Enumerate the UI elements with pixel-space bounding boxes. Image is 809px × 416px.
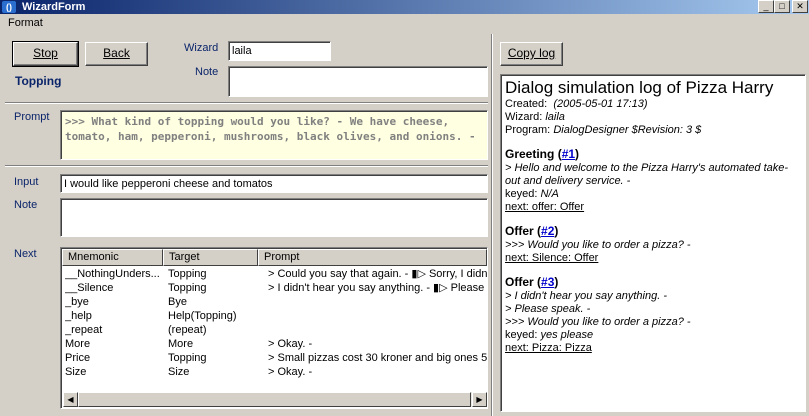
log-line: > Hello and welcome to the Pizza Harry's…: [505, 162, 789, 187]
log-program: Program: DialogDesigner $Revision: 3 $: [505, 124, 801, 137]
section-link[interactable]: #1: [562, 147, 575, 161]
log-wizard: Wizard: laila: [505, 111, 801, 124]
scroll-right-icon[interactable]: ▶: [472, 392, 487, 407]
row-mnemonic[interactable]: Price: [65, 351, 165, 365]
row-mnemonic[interactable]: __NothingUnders...: [65, 267, 165, 281]
copy-log-label: Copy log: [507, 46, 556, 60]
scroll-thumb[interactable]: [78, 392, 471, 407]
app-logo-icon: (): [2, 1, 16, 13]
note-label: Note: [195, 66, 219, 78]
wizard-label: Wizard: [184, 42, 219, 54]
prompt-text: >>> What kind of topping would you like?…: [60, 110, 488, 160]
back-button-label: Back: [103, 46, 130, 60]
note-textarea-2[interactable]: [60, 198, 488, 237]
row-prompt[interactable]: > Small pizzas cost 30 kroner and big on…: [268, 351, 487, 365]
log-line: >>> Would you like to order a pizza? -: [505, 239, 691, 251]
row-target[interactable]: Topping: [168, 351, 263, 365]
log-line: keyed: yes please: [505, 329, 801, 342]
log-section-heading: Offer (#3): [505, 275, 801, 290]
log-section-heading: Greeting (#1): [505, 147, 801, 162]
row-mnemonic[interactable]: Size: [65, 365, 165, 379]
row-mnemonic[interactable]: _help: [65, 309, 165, 323]
dialog-log[interactable]: Dialog simulation log of Pizza Harry Cre…: [500, 74, 806, 412]
row-prompt[interactable]: > Okay. -: [268, 365, 487, 379]
input-label: Input: [14, 176, 39, 188]
log-sections: Greeting (#1) > Hello and welcome to the …: [505, 147, 801, 355]
pane-splitter[interactable]: [491, 34, 493, 416]
user-input-field[interactable]: I would like pepperoni cheese and tomato…: [60, 174, 488, 193]
row-prompt[interactable]: > I didn't hear you say anything. - ▮▷ P…: [268, 281, 487, 295]
row-mnemonic[interactable]: __Silence: [65, 281, 165, 295]
next-listview[interactable]: Mnemonic Target Prompt __NothingUnders..…: [60, 247, 488, 409]
window-title: WizardForm: [22, 1, 86, 13]
log-line-value: N/A: [540, 188, 559, 200]
horizontal-scrollbar[interactable]: ◀ ▶: [63, 392, 487, 407]
row-target[interactable]: Bye: [168, 295, 263, 309]
row-target[interactable]: Topping: [168, 267, 263, 281]
column-header-target[interactable]: Target: [163, 249, 258, 266]
row-target[interactable]: Topping: [168, 281, 263, 295]
copy-log-button[interactable]: Copy log: [500, 42, 563, 66]
prompt-label: Prompt: [14, 111, 50, 123]
row-prompt[interactable]: > Could you say that again. - ▮▷ Sorry, …: [268, 267, 487, 281]
wizard-input[interactable]: laila: [228, 41, 331, 61]
divider: [5, 165, 488, 167]
menu-format[interactable]: Format: [8, 17, 43, 29]
log-line: > Please speak. -: [505, 303, 591, 315]
back-button[interactable]: Back: [85, 42, 148, 66]
log-title: Dialog simulation log of Pizza Harry: [505, 78, 774, 97]
divider: [5, 102, 488, 104]
log-line-value: yes please: [540, 329, 594, 341]
stop-button-label: Stop: [33, 46, 58, 60]
row-mnemonic[interactable]: More: [65, 337, 165, 351]
log-line: next: Silence: Offer: [505, 252, 599, 264]
section-close: ): [554, 275, 559, 289]
minimize-icon[interactable]: _: [758, 0, 774, 13]
row-prompt[interactable]: > Okay. -: [268, 337, 487, 351]
log-wizard-label: Wizard:: [505, 111, 543, 123]
maximize-icon[interactable]: □: [774, 0, 790, 13]
log-line-label: keyed:: [505, 188, 538, 200]
state-label: Topping: [15, 74, 62, 88]
section-title: Offer: [505, 224, 534, 238]
title-bar[interactable]: [0, 0, 809, 14]
next-label: Next: [14, 248, 37, 260]
log-wizard-value: laila: [545, 111, 565, 123]
log-line: >>> Would you like to order a pizza? -: [505, 316, 691, 328]
log-line: next: Pizza: Pizza: [505, 342, 592, 354]
log-program-value: DialogDesigner $Revision: 3 $: [553, 124, 702, 136]
column-header-mnemonic[interactable]: Mnemonic: [62, 249, 163, 266]
row-target[interactable]: (repeat): [168, 323, 263, 337]
stop-button[interactable]: Stop: [12, 41, 79, 67]
log-program-label: Program:: [505, 124, 551, 136]
scroll-left-icon[interactable]: ◀: [63, 392, 78, 407]
log-line: next: offer: Offer: [505, 201, 585, 213]
row-target[interactable]: More: [168, 337, 263, 351]
log-created: Created: (2005-05-01 17:13): [505, 98, 801, 111]
row-mnemonic[interactable]: _bye: [65, 295, 165, 309]
section-title: Greeting: [505, 147, 555, 161]
row-mnemonic[interactable]: _repeat: [65, 323, 165, 337]
log-section-heading: Offer (#2): [505, 224, 801, 239]
note-textarea[interactable]: [228, 66, 488, 97]
section-link[interactable]: #3: [541, 275, 554, 289]
log-created-label: Created:: [505, 98, 548, 110]
row-target[interactable]: Help(Topping): [168, 309, 263, 323]
log-line-label: keyed:: [505, 329, 538, 341]
row-target[interactable]: Size: [168, 365, 263, 379]
column-header-prompt[interactable]: Prompt: [258, 249, 487, 266]
note-label-2: Note: [14, 199, 38, 211]
menu-bar: [0, 14, 809, 32]
section-link[interactable]: #2: [541, 224, 554, 238]
section-close: ): [554, 224, 559, 238]
log-line: keyed: N/A: [505, 188, 801, 201]
section-close: ): [575, 147, 580, 161]
log-created-value: (2005-05-01 17:13): [553, 98, 648, 110]
log-line: > I didn't hear you say anything. -: [505, 290, 668, 302]
close-icon[interactable]: ✕: [792, 0, 808, 13]
section-title: Offer: [505, 275, 534, 289]
